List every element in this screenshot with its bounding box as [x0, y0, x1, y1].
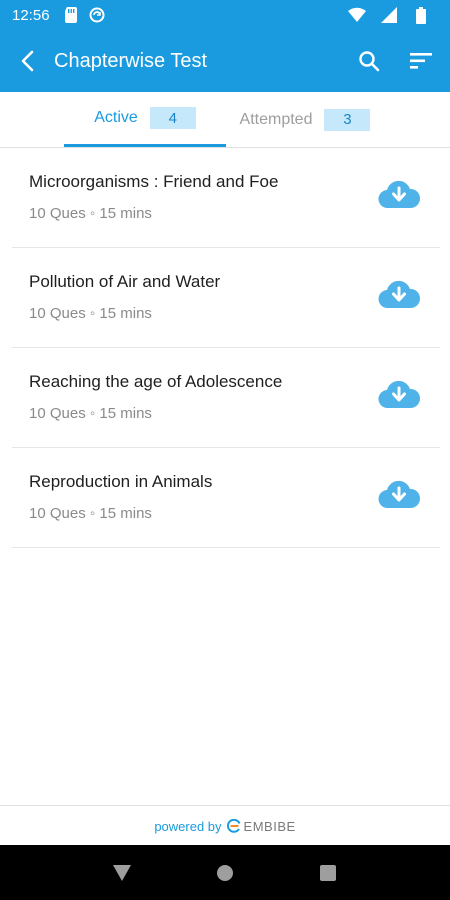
nav-back-button[interactable]	[105, 856, 139, 890]
tab-active-count: 4	[149, 107, 196, 129]
test-duration: 15 mins	[99, 505, 152, 522]
nav-home-button[interactable]	[208, 856, 242, 890]
meta-separator: ◦	[89, 405, 96, 422]
circle-home-icon	[216, 864, 233, 881]
test-ques: 10 Ques	[29, 205, 86, 222]
status-time: 12:56	[12, 6, 50, 24]
test-duration: 15 mins	[99, 205, 152, 222]
embibe-logo-icon	[226, 819, 240, 833]
test-duration: 15 mins	[99, 405, 152, 422]
signal-icon	[380, 6, 398, 24]
test-list-item[interactable]: Microorganisms : Friend and Foe 10 Ques …	[12, 148, 440, 248]
test-list: Microorganisms : Friend and Foe 10 Ques …	[0, 148, 450, 548]
brand-name: EMBIBE	[243, 818, 296, 834]
back-arrow-icon	[21, 50, 34, 72]
sort-button[interactable]	[406, 46, 436, 76]
download-icon[interactable]	[378, 178, 420, 210]
meta-separator: ◦	[89, 505, 96, 522]
tab-attempted-count: 3	[324, 108, 371, 131]
test-title: Microorganisms : Friend and Foe	[29, 172, 279, 191]
download-icon[interactable]	[378, 478, 420, 510]
test-meta: 10 Ques ◦ 15 mins	[29, 205, 152, 222]
powered-by-footer: powered by EMBIBE	[0, 805, 450, 846]
tab-attempted[interactable]: Attempted 3	[230, 92, 380, 147]
tab-active-label: Active	[94, 109, 138, 126]
square-recents-icon	[320, 864, 337, 881]
test-list-item[interactable]: Reproduction in Animals 10 Ques ◦ 15 min…	[12, 448, 440, 548]
sd-card-icon	[62, 6, 80, 24]
test-ques: 10 Ques	[29, 305, 86, 322]
page-title: Chapterwise Test	[54, 49, 208, 72]
test-ques: 10 Ques	[29, 405, 86, 422]
meta-separator: ◦	[89, 205, 96, 222]
test-duration: 15 mins	[99, 305, 152, 322]
sort-icon	[410, 53, 432, 69]
test-meta: 10 Ques ◦ 15 mins	[29, 505, 152, 522]
back-button[interactable]	[14, 48, 40, 74]
test-list-item[interactable]: Reaching the age of Adolescence 10 Ques …	[12, 348, 440, 448]
meta-separator: ◦	[89, 305, 96, 322]
nav-recents-button[interactable]	[311, 856, 345, 890]
app-bar: Chapterwise Test	[0, 30, 450, 92]
status-bar: 12:56	[0, 0, 450, 30]
download-icon[interactable]	[378, 278, 420, 310]
test-meta: 10 Ques ◦ 15 mins	[29, 405, 152, 422]
test-title: Pollution of Air and Water	[29, 272, 221, 291]
sync-icon	[88, 6, 106, 24]
search-button[interactable]	[354, 46, 384, 76]
triangle-back-icon	[112, 864, 131, 881]
test-list-item[interactable]: Pollution of Air and Water 10 Ques ◦ 15 …	[12, 248, 440, 348]
tab-attempted-label: Attempted	[239, 110, 313, 128]
test-ques: 10 Ques	[29, 505, 86, 522]
download-icon[interactable]	[378, 378, 420, 410]
tab-bar: Active 4 Attempted 3	[0, 92, 450, 148]
search-icon	[359, 51, 380, 72]
test-title: Reaching the age of Adolescence	[29, 372, 283, 391]
powered-by-text: powered by	[154, 818, 222, 834]
test-title: Reproduction in Animals	[29, 472, 213, 491]
tab-active[interactable]: Active 4	[64, 92, 226, 147]
wifi-icon	[348, 6, 366, 24]
system-nav-bar	[0, 845, 450, 900]
battery-icon	[412, 6, 430, 24]
test-meta: 10 Ques ◦ 15 mins	[29, 305, 152, 322]
